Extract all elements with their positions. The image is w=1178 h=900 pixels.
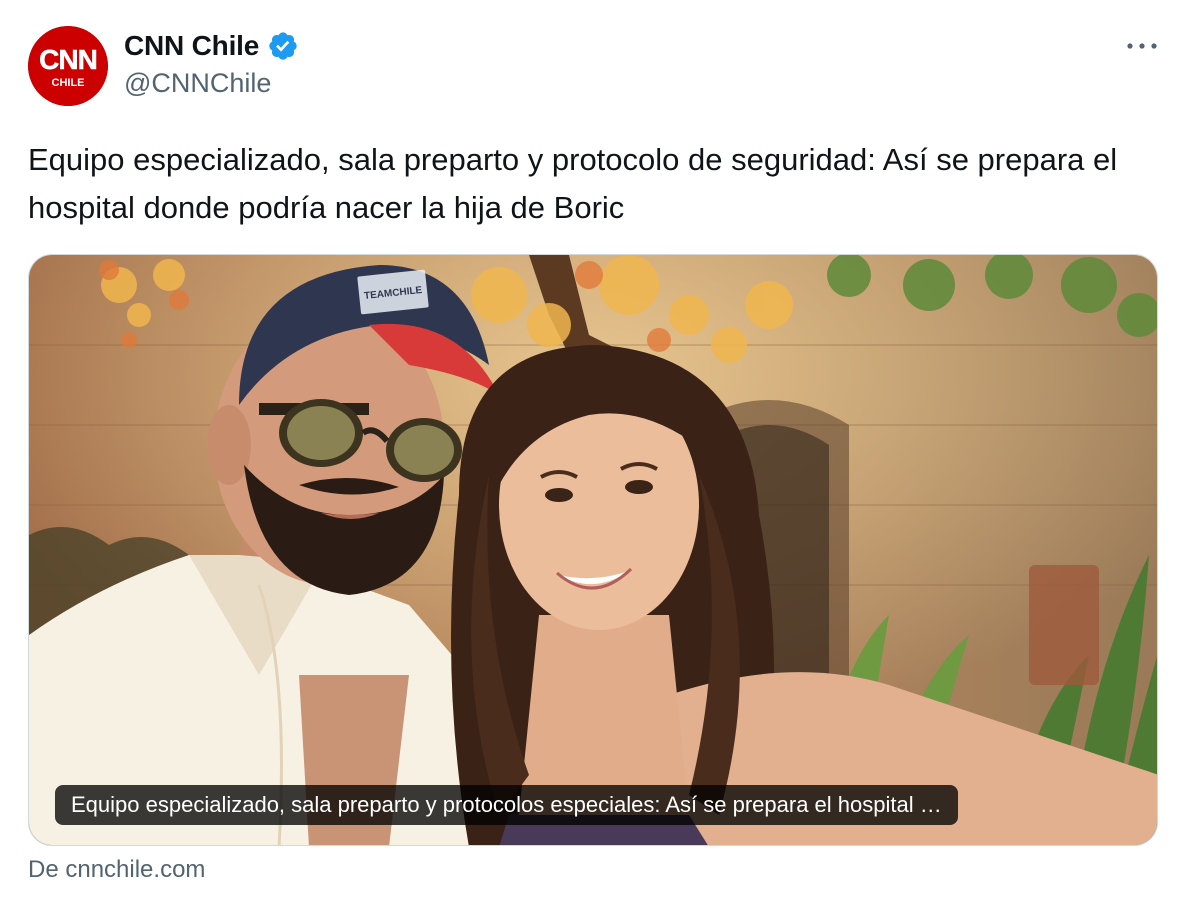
card-caption: Equipo especializado, sala preparto y pr… (55, 785, 958, 825)
avatar[interactable]: CNN CHILE (28, 26, 108, 106)
verified-badge-icon[interactable] (267, 30, 299, 62)
card-photo: TEAMCHILE (29, 255, 1157, 845)
cnn-chile-logo: CNN CHILE (28, 26, 108, 106)
card-source[interactable]: De cnnchile.com (28, 856, 205, 884)
tweet-text: Equipo especializado, sala preparto y pr… (28, 142, 1118, 225)
link-card[interactable]: TEAMCHILE Equipo especializado, sala pre… (28, 254, 1158, 846)
more-horizontal-icon[interactable] (1124, 36, 1160, 56)
handle[interactable]: @CNNChile (124, 68, 271, 99)
display-name[interactable]: CNN Chile (124, 30, 259, 62)
logo-text-bottom: CHILE (52, 77, 85, 89)
logo-text-top: CNN (39, 44, 97, 75)
author-name-row: CNN Chile (124, 28, 299, 64)
